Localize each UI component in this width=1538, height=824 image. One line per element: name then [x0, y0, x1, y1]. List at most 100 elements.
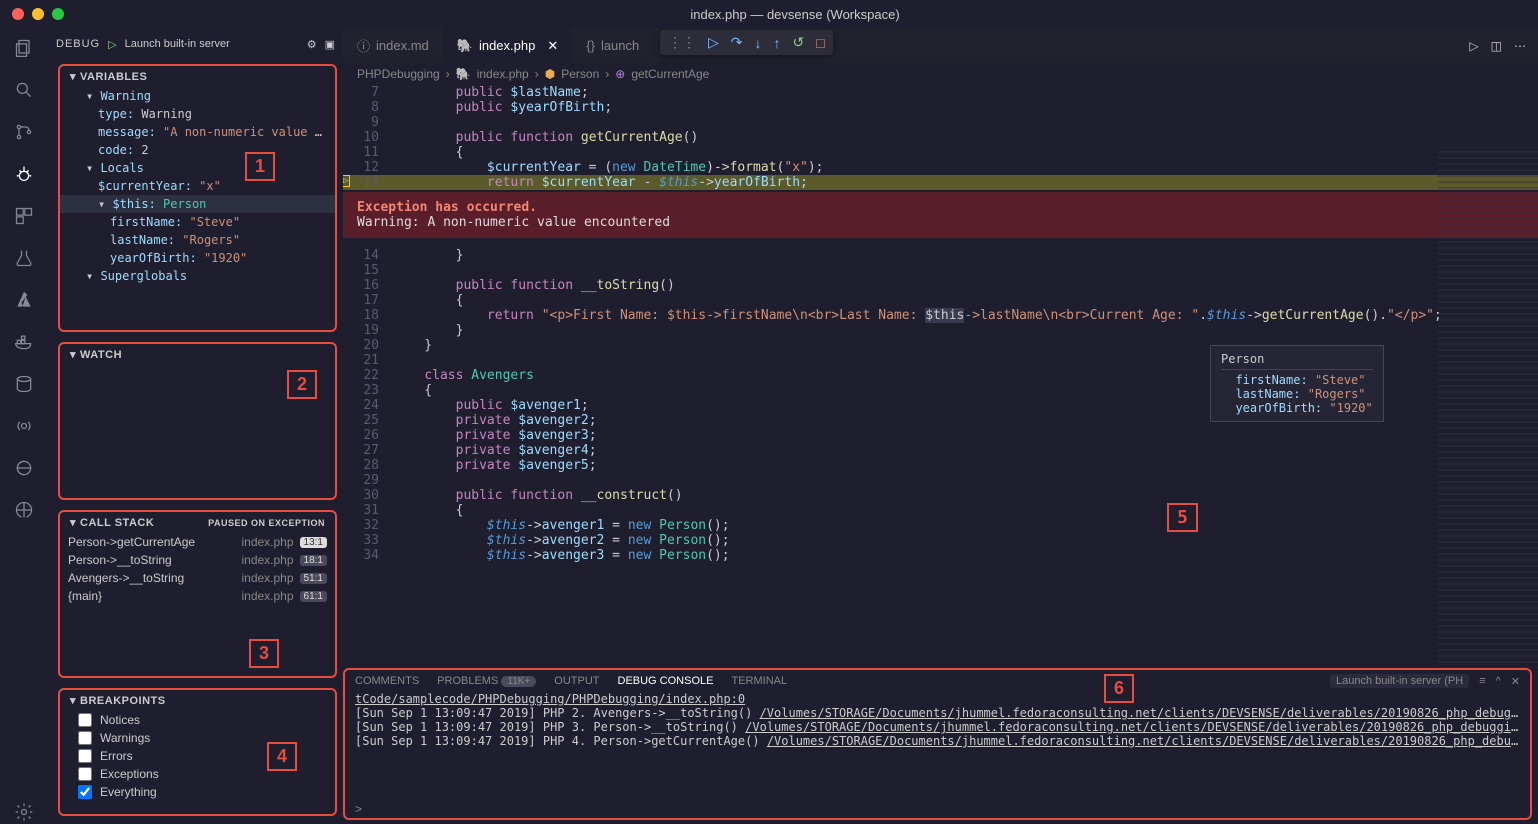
debug-console[interactable]: tCode/samplecode/PHPDebugging/PHPDebuggi…: [345, 692, 1530, 800]
var-row[interactable]: $currentYear: "x": [60, 177, 335, 195]
code-line[interactable]: 11 {: [343, 145, 1538, 160]
code-line[interactable]: 33 $this->avenger2 = new Person();: [343, 533, 1538, 548]
var-row[interactable]: type: Warning: [60, 105, 335, 123]
files-icon[interactable]: [12, 36, 36, 60]
split-editor-icon[interactable]: ◫: [1491, 39, 1502, 53]
settings-icon[interactable]: [12, 800, 36, 824]
docker-icon[interactable]: [12, 330, 36, 354]
code-line[interactable]: 32 $this->avenger1 = new Person();: [343, 518, 1538, 533]
gear-icon[interactable]: ⚙: [307, 38, 317, 51]
code-line[interactable]: 34 $this->avenger3 = new Person();: [343, 548, 1538, 563]
code-line[interactable]: 17 {: [343, 293, 1538, 308]
terminal-filter[interactable]: Launch built-in server (PH: [1330, 674, 1469, 688]
breakpoint-checkbox[interactable]: [78, 785, 92, 799]
callstack-row[interactable]: Avengers->__toStringindex.php51:1: [60, 569, 335, 587]
breakpoint-checkbox[interactable]: [78, 767, 92, 781]
var-row[interactable]: firstName: "Steve": [60, 213, 335, 231]
editor-tab[interactable]: ⓘindex.md: [343, 28, 443, 63]
breakpoint-row[interactable]: Notices: [60, 711, 335, 729]
breakpoint-checkbox[interactable]: [78, 731, 92, 745]
tab-terminal[interactable]: TERMINAL: [731, 675, 787, 687]
extensions-icon[interactable]: [12, 204, 36, 228]
run-icon[interactable]: ▷: [1469, 39, 1478, 53]
code-line[interactable]: 8 public $yearOfBirth;: [343, 100, 1538, 115]
stop-icon[interactable]: □: [816, 35, 824, 51]
grip-icon[interactable]: ⋮⋮: [668, 34, 696, 51]
tab-comments[interactable]: COMMENTS: [355, 675, 419, 687]
code-line[interactable]: 30 public function __construct(): [343, 488, 1538, 503]
code-line[interactable]: 12 $currentYear = (new DateTime)->format…: [343, 160, 1538, 175]
var-row[interactable]: code: 2: [60, 141, 335, 159]
var-row[interactable]: lastName: "Rogers": [60, 231, 335, 249]
start-debug-icon[interactable]: ▷: [108, 38, 116, 51]
breakpoint-row[interactable]: Everything: [60, 783, 335, 801]
callstack-row[interactable]: Person->__toStringindex.php18:1: [60, 551, 335, 569]
maximize-window-icon[interactable]: [52, 8, 64, 20]
test-icon[interactable]: [12, 246, 36, 270]
code-line[interactable]: 16 public function __toString(): [343, 278, 1538, 293]
code-line[interactable]: 7 public $lastName;: [343, 85, 1538, 100]
debug-icon[interactable]: [12, 162, 36, 186]
live-icon[interactable]: [12, 414, 36, 438]
step-into-icon[interactable]: ↓: [755, 35, 762, 51]
sql-icon[interactable]: [12, 456, 36, 480]
step-over-icon[interactable]: ↷: [731, 34, 743, 51]
code-editor[interactable]: 7 public $lastName;8 public $yearOfBirth…: [343, 85, 1538, 668]
debug-toolbar[interactable]: ⋮⋮ ▷ ↷ ↓ ↑ ↺ □: [660, 30, 833, 55]
code-line[interactable]: 13 return $currentYear - $this->yearOfBi…: [343, 175, 1538, 190]
code-line[interactable]: 9: [343, 115, 1538, 130]
var-row[interactable]: yearOfBirth: "1920": [60, 249, 335, 267]
variable-hover-tooltip: Person firstName: "Steve" lastName: "Rog…: [1210, 345, 1384, 422]
console-line: [Sun Sep 1 13:09:47 2019] PHP 2. Avenger…: [355, 706, 1520, 720]
close-panel-icon[interactable]: ✕: [1511, 675, 1520, 688]
restart-icon[interactable]: ↺: [793, 34, 805, 51]
code-line[interactable]: 15: [343, 263, 1538, 278]
variables-superglobals-group[interactable]: ▾ Superglobals: [60, 267, 335, 285]
minimap[interactable]: [1438, 147, 1538, 668]
annotation-6: 6: [1104, 674, 1134, 703]
minimize-window-icon[interactable]: [32, 8, 44, 20]
console-icon[interactable]: ▣: [325, 38, 335, 51]
variables-warning-group[interactable]: ▾ Warning: [60, 87, 335, 105]
code-line[interactable]: 19 }: [343, 323, 1538, 338]
code-line[interactable]: 27 private $avenger4;: [343, 443, 1538, 458]
database-icon[interactable]: [12, 372, 36, 396]
code-line[interactable]: 18 return "<p>First Name: $this->firstNa…: [343, 308, 1538, 323]
breakpoint-checkbox[interactable]: [78, 749, 92, 763]
collapse-icon[interactable]: ^: [1496, 675, 1501, 687]
filter-icon[interactable]: ≡: [1479, 675, 1485, 687]
activity-bar: [0, 28, 48, 824]
step-out-icon[interactable]: ↑: [774, 35, 781, 51]
continue-icon[interactable]: ▷: [708, 34, 719, 51]
code-line[interactable]: 29: [343, 473, 1538, 488]
tab-debug-console[interactable]: DEBUG CONSOLE: [618, 675, 714, 687]
watch-title: WATCH: [80, 349, 122, 361]
code-line[interactable]: 31 {: [343, 503, 1538, 518]
code-line[interactable]: 14 }: [343, 248, 1538, 263]
tab-output[interactable]: OUTPUT: [554, 675, 599, 687]
var-row[interactable]: ▾ $this: Person: [60, 195, 335, 213]
debug-config-select[interactable]: Launch built-in server: [125, 38, 299, 50]
source-control-icon[interactable]: [12, 120, 36, 144]
debug-sidebar: DEBUG ▷ Launch built-in server ⚙ ▣ ▾VARI…: [48, 28, 343, 824]
annotation-5: 5: [1167, 503, 1198, 532]
close-window-icon[interactable]: [12, 8, 24, 20]
azure-icon[interactable]: [12, 288, 36, 312]
code-line[interactable]: 10 public function getCurrentAge(): [343, 130, 1538, 145]
search-icon[interactable]: [12, 78, 36, 102]
editor-tab[interactable]: 🐘index.php✕: [443, 28, 572, 63]
callstack-row[interactable]: Person->getCurrentAgeindex.php13:1: [60, 533, 335, 551]
breadcrumb[interactable]: PHPDebugging › 🐘index.php › ⬢Person › ⊕g…: [343, 63, 1538, 85]
tab-problems[interactable]: PROBLEMS 11K+: [437, 675, 536, 687]
variables-locals-group[interactable]: ▾ Locals: [60, 159, 335, 177]
remote-icon[interactable]: [12, 498, 36, 522]
var-row[interactable]: message: "A non-numeric value encounte…: [60, 123, 335, 141]
editor-tab[interactable]: {}launch: [572, 28, 653, 63]
code-line[interactable]: 28 private $avenger5;: [343, 458, 1538, 473]
breakpoint-checkbox[interactable]: [78, 713, 92, 727]
console-prompt[interactable]: >: [345, 800, 1530, 818]
callstack-row[interactable]: {main}index.php61:1: [60, 587, 335, 605]
more-icon[interactable]: ⋯: [1514, 39, 1526, 53]
code-line[interactable]: 26 private $avenger3;: [343, 428, 1538, 443]
debug-header: DEBUG ▷ Launch built-in server ⚙ ▣: [48, 28, 343, 60]
